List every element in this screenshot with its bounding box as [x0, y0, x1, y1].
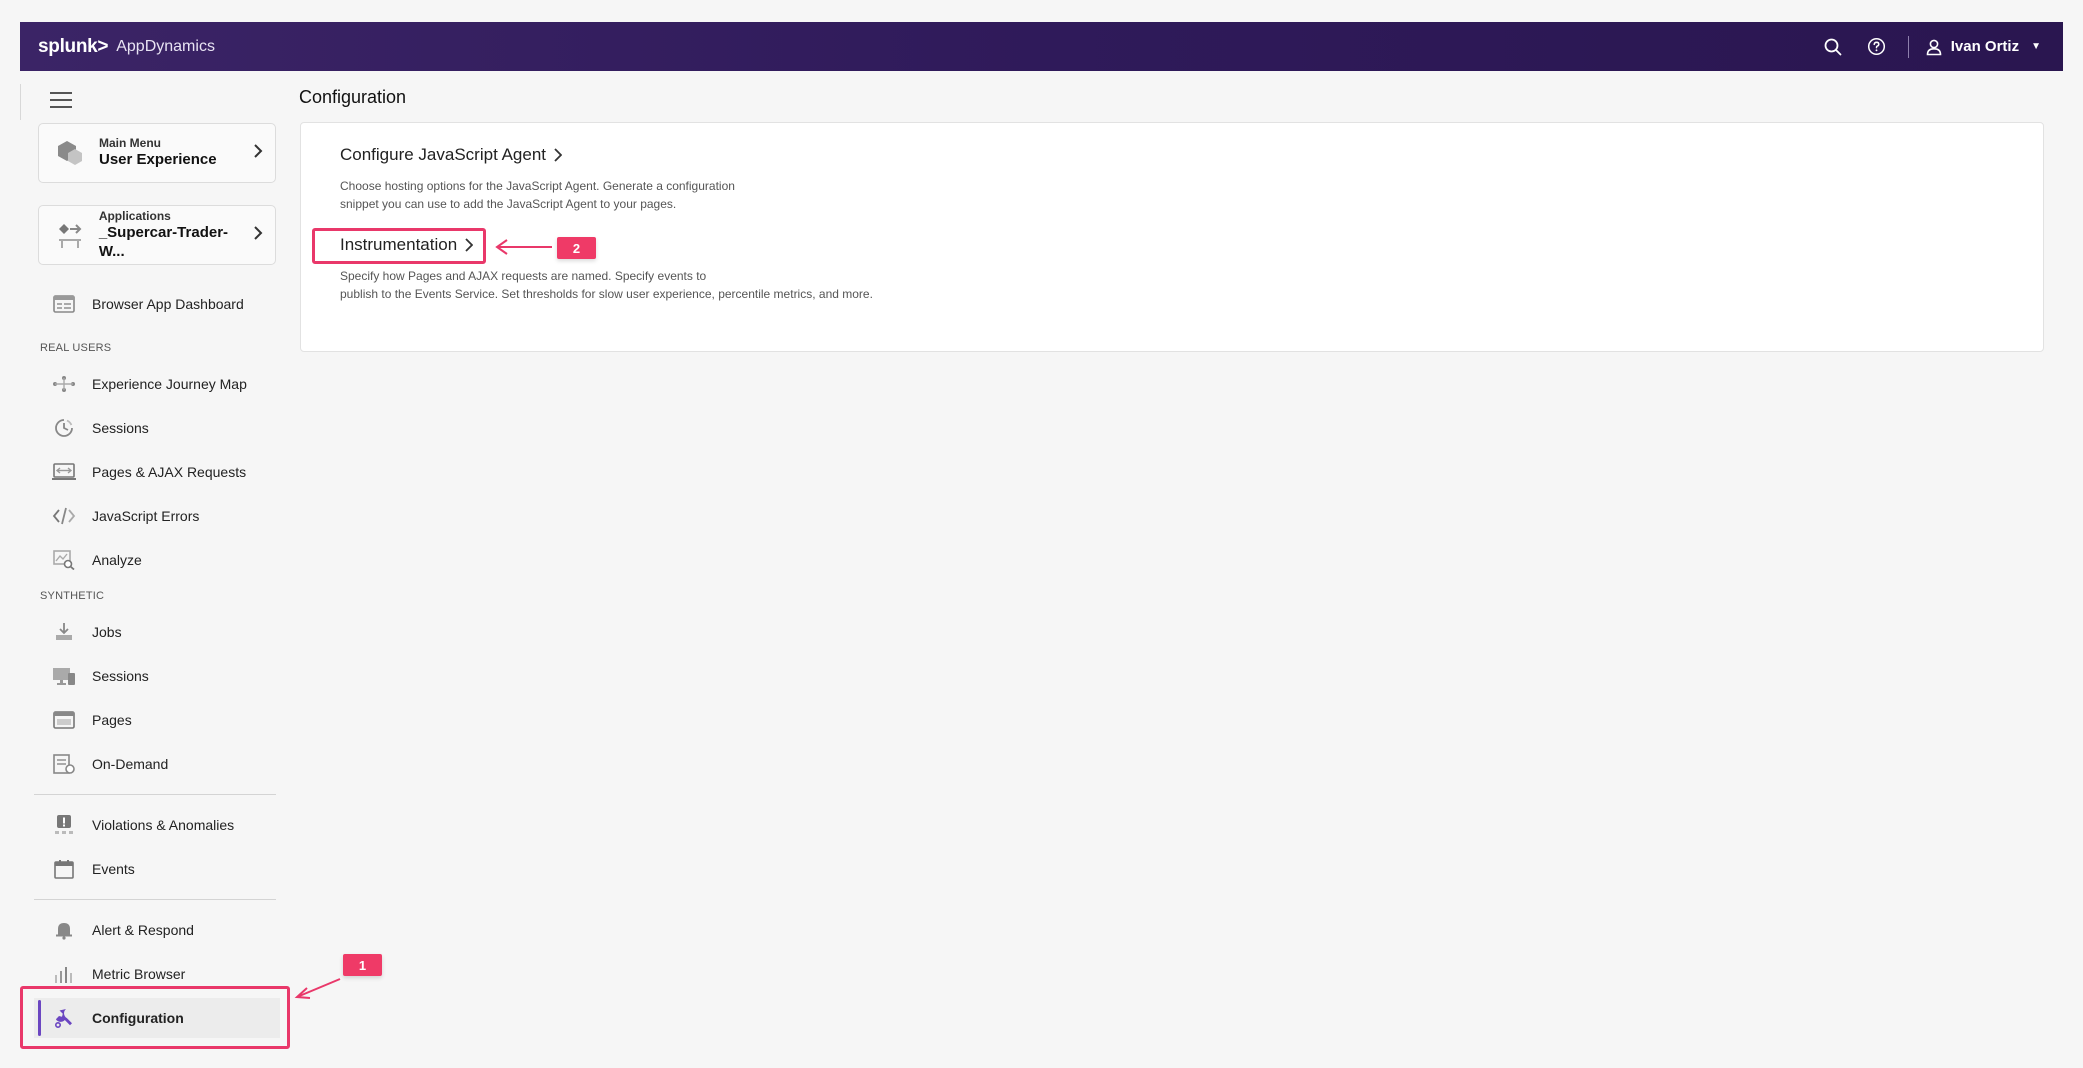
sidebar-item-violations-anomalies[interactable]: Violations & Anomalies: [34, 805, 280, 845]
description-line: Choose hosting options for the JavaScrip…: [340, 179, 735, 193]
sidebar-item-browser-app-dashboard[interactable]: Browser App Dashboard: [34, 284, 280, 324]
sidebar-item-label: Alert & Respond: [92, 922, 194, 938]
hexagon-icon: [53, 139, 87, 167]
section-synthetic: SYNTHETIC: [40, 590, 105, 602]
bell-icon: [52, 918, 76, 942]
sidebar-item-sessions[interactable]: Sessions: [34, 408, 280, 448]
applications-value: _Supercar-Trader-W...: [98, 223, 229, 260]
top-nav-bar: splunk> AppDynamics Ivan Ortiz ▼: [20, 22, 2063, 71]
sidebar-divider: [34, 899, 276, 900]
bar-chart-icon: [52, 962, 76, 986]
sidebar-item-alert-respond[interactable]: Alert & Respond: [34, 910, 280, 950]
sidebar-item-label: JavaScript Errors: [92, 508, 200, 524]
annotation-arrow-2: [495, 239, 552, 255]
hamburger-menu-icon[interactable]: [50, 92, 72, 110]
sidebar-item-synthetic-sessions[interactable]: Sessions: [34, 656, 280, 696]
sidebar-item-on-demand[interactable]: On-Demand: [34, 744, 280, 784]
section-title: Configure JavaScript Agent: [340, 145, 547, 164]
configure-javascript-agent-link[interactable]: Configure JavaScript Agent: [340, 145, 563, 165]
instrumentation-description: Specify how Pages and AJAX requests are …: [340, 267, 873, 303]
configure-agent-description: Choose hosting options for the JavaScrip…: [340, 177, 735, 213]
description-line: snippet you can use to add the JavaScrip…: [340, 197, 677, 211]
user-name: Ivan Ortiz: [1950, 38, 2020, 55]
sidebar-divider: [34, 794, 276, 795]
search-icon[interactable]: [1822, 36, 1844, 58]
browser-page-icon: [52, 708, 76, 732]
sidebar-item-analyze[interactable]: Analyze: [34, 540, 280, 580]
annotation-badge-2: 2: [557, 237, 596, 259]
sidebar-item-label: Sessions: [92, 668, 149, 684]
user-menu[interactable]: Ivan Ortiz ▼: [1925, 38, 2041, 56]
sidebar-item-experience-journey-map[interactable]: Experience Journey Map: [34, 364, 280, 404]
annotation-badge-1: 1: [343, 954, 382, 976]
monitor-sessions-icon: [52, 664, 76, 688]
page-title: Configuration: [299, 87, 407, 107]
main-menu-value: User Experience: [99, 151, 217, 169]
dashboard-icon: [52, 292, 76, 316]
sidebar-item-label: On-Demand: [92, 756, 169, 772]
sidebar-item-label: Events: [92, 861, 135, 877]
user-icon: [1926, 39, 1942, 55]
code-error-icon: [52, 504, 76, 528]
sidebar-item-label: Jobs: [92, 624, 122, 640]
sidebar-item-label: Experience Journey Map: [92, 376, 247, 392]
sidebar-item-label: Pages & AJAX Requests: [92, 464, 247, 480]
sidebar-item-javascript-errors[interactable]: JavaScript Errors: [34, 496, 280, 536]
main-menu-label: Main Menu: [99, 136, 161, 151]
sidebar-item-label: Analyze: [92, 552, 142, 568]
top-actions: Ivan Ortiz ▼: [1800, 35, 2063, 58]
splunk-logo: splunk>: [38, 35, 109, 57]
highlight-box-configuration: [20, 986, 290, 1049]
applications-label: Applications: [98, 208, 171, 223]
highlight-box-instrumentation: [312, 228, 486, 264]
help-icon[interactable]: [1866, 36, 1888, 58]
sidebar-item-label: Pages: [92, 712, 132, 728]
analyze-icon: [52, 548, 76, 572]
brand-logo[interactable]: splunk> AppDynamics: [20, 36, 215, 58]
sidebar-item-label: Metric Browser: [92, 966, 186, 982]
header-separator: [1907, 35, 1909, 58]
sidebar-item-label: Sessions: [92, 420, 149, 436]
annotation-arrow-1: [294, 978, 341, 999]
sidebar: Main Menu User Experience Applications _…: [20, 84, 280, 1056]
on-demand-icon: [52, 752, 76, 776]
description-line: publish to the Events Service. Set thres…: [340, 287, 873, 301]
sidebar-item-pages-ajax[interactable]: Pages & AJAX Requests: [34, 452, 280, 492]
pages-ajax-icon: [52, 460, 76, 484]
application-selector[interactable]: Applications _Supercar-Trader-W...: [38, 205, 276, 265]
description-line: Specify how Pages and AJAX requests are …: [340, 269, 707, 283]
violations-alert-icon: [52, 813, 76, 837]
journey-map-icon: [52, 372, 76, 396]
chevron-right-icon: [554, 148, 563, 162]
main-menu-selector[interactable]: Main Menu User Experience: [38, 123, 276, 183]
product-name: AppDynamics: [116, 37, 215, 55]
sidebar-item-label: Browser App Dashboard: [92, 296, 244, 312]
sidebar-item-pages[interactable]: Pages: [34, 700, 280, 740]
sidebar-edge: [20, 84, 21, 120]
chevron-right-icon: [253, 225, 263, 246]
sidebar-item-jobs[interactable]: Jobs: [34, 612, 280, 652]
calendar-icon: [52, 857, 76, 881]
sessions-clock-icon: [52, 416, 76, 440]
sidebar-item-label: Violations & Anomalies: [92, 817, 235, 833]
caret-down-icon: ▼: [2031, 41, 2041, 52]
sidebar-item-events[interactable]: Events: [34, 849, 280, 889]
chevron-right-icon: [253, 143, 263, 164]
section-real-users: REAL USERS: [40, 342, 112, 354]
application-icon: [53, 220, 87, 250]
jobs-download-icon: [52, 620, 76, 644]
